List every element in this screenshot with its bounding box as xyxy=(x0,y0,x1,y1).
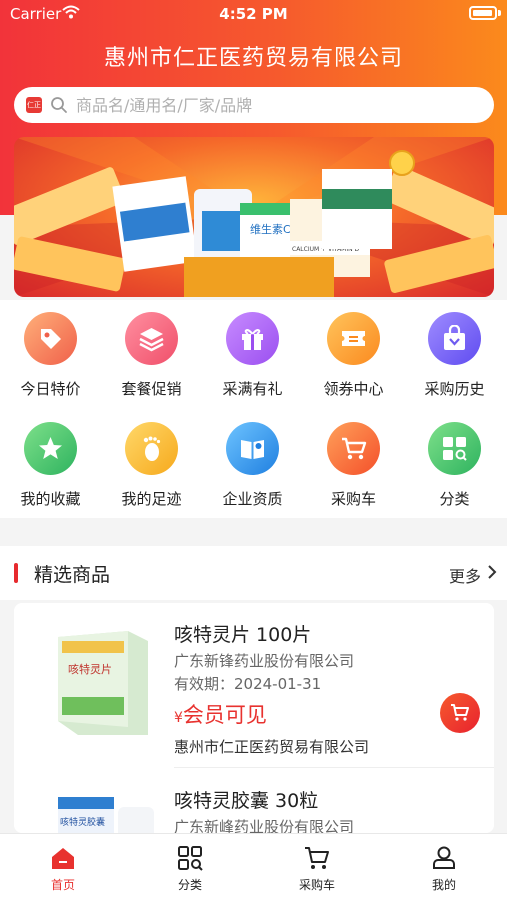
tab-category[interactable]: 分类 xyxy=(127,834,253,900)
battery-tip xyxy=(498,10,501,16)
tag-icon xyxy=(24,312,77,365)
product-box-label: 咳特灵胶囊 xyxy=(60,816,105,828)
menu-label: 分类 xyxy=(439,490,470,508)
menu-item-purchase-cart[interactable]: 采购车 xyxy=(303,410,404,510)
chevron-right-icon[interactable] xyxy=(487,564,497,580)
scan-category-icon xyxy=(178,846,203,871)
product-manufacturer: 广东新锋药业股份有限公司 xyxy=(174,652,355,670)
product-manufacturer: 广东新峰药业股份有限公司 xyxy=(174,818,355,833)
layers-icon xyxy=(125,312,178,365)
menu-item-purchase-history[interactable]: 采购历史 xyxy=(404,300,505,400)
footprint-icon xyxy=(125,422,178,475)
price-text: 会员可见 xyxy=(182,703,267,727)
tab-home[interactable]: 首页 xyxy=(0,834,126,900)
featured-header: 精选商品 更多 xyxy=(0,546,507,600)
banner-illustration: 维生素C·E CALCIUM + VITAMIN D xyxy=(14,137,494,297)
menu-label: 采购车 xyxy=(330,490,376,508)
product-image: 咳特灵片 xyxy=(58,631,148,735)
section-accent-bar xyxy=(14,563,18,583)
store-logo: 仁正 xyxy=(26,97,42,113)
menu-item-category[interactable]: 分类 xyxy=(404,410,505,510)
menu-label: 我的足迹 xyxy=(121,490,182,508)
product-card[interactable]: 咳特灵片 咳特灵片 100片 广东新锋药业股份有限公司 有效期：2024-01-… xyxy=(14,603,494,768)
home-icon xyxy=(52,848,74,869)
store-title: 惠州市仁正医药贸易有限公司 xyxy=(103,46,403,71)
divider xyxy=(174,767,494,768)
product-price: ¥会员可见 xyxy=(174,699,267,729)
cart-icon xyxy=(305,847,329,869)
product-expiry: 有效期：2024-01-31 xyxy=(174,675,322,693)
menu-label: 采满有礼 xyxy=(222,380,283,398)
tab-profile[interactable]: 我的 xyxy=(381,834,507,900)
star-icon xyxy=(24,422,77,475)
product-list: 咳特灵片 咳特灵片 100片 广东新锋药业股份有限公司 有效期：2024-01-… xyxy=(14,603,494,833)
product-seller: 惠州市仁正医药贸易有限公司 xyxy=(174,738,370,756)
product-name: 咳特灵片 100片 xyxy=(174,624,312,646)
certificate-icon xyxy=(226,422,279,475)
gift-icon xyxy=(226,312,279,365)
tab-label: 首页 xyxy=(50,878,75,892)
menu-item-coupon-center[interactable]: 领券中心 xyxy=(303,300,404,400)
menu-item-my-favorites[interactable]: 我的收藏 xyxy=(0,410,101,510)
menu-label: 企业资质 xyxy=(222,490,283,508)
profile-icon xyxy=(433,846,455,869)
search-bar[interactable]: 仁正 xyxy=(14,87,494,123)
quick-menu: 今日特价 套餐促销 采满有礼 领券中心 采购历史 我的收藏 我的足迹 企业资质 … xyxy=(0,300,507,518)
status-bar: Carrier 4:52 PM xyxy=(0,0,507,28)
shopping-bag-icon xyxy=(428,312,481,365)
tab-label: 分类 xyxy=(177,878,202,892)
menu-item-my-footprints[interactable]: 我的足迹 xyxy=(101,410,202,510)
more-link[interactable]: 更多 xyxy=(449,563,481,587)
menu-label: 我的收藏 xyxy=(20,490,81,508)
featured-title: 精选商品 xyxy=(34,564,111,586)
menu-item-enterprise-qualification[interactable]: 企业资质 xyxy=(202,410,303,510)
coupon-icon xyxy=(327,312,380,365)
search-input[interactable] xyxy=(76,87,476,123)
menu-item-gift-on-purchase[interactable]: 采满有礼 xyxy=(202,300,303,400)
product-image: 咳特灵胶囊 xyxy=(58,797,154,833)
product-card[interactable]: 咳特灵胶囊 咳特灵胶囊 30粒 广东新峰药业股份有限公司 xyxy=(14,769,494,833)
price-symbol: ¥ xyxy=(174,710,183,726)
promo-banner[interactable]: 维生素C·E CALCIUM + VITAMIN D xyxy=(14,137,494,297)
status-time: 4:52 PM xyxy=(219,5,288,23)
menu-item-package-promo[interactable]: 套餐促销 xyxy=(101,300,202,400)
menu-label: 套餐促销 xyxy=(121,380,182,398)
tab-label: 我的 xyxy=(431,878,456,892)
tab-bar: 首页 分类 采购车 我的 xyxy=(0,833,507,900)
battery-icon xyxy=(469,6,497,20)
menu-label: 采购历史 xyxy=(424,380,485,398)
product-name: 咳特灵胶囊 30粒 xyxy=(174,790,319,812)
menu-label: 今日特价 xyxy=(20,380,81,398)
search-icon xyxy=(51,97,67,113)
cart-icon xyxy=(451,704,469,721)
cart-icon xyxy=(327,422,380,475)
tab-cart[interactable]: 采购车 xyxy=(254,834,380,900)
add-to-cart-button[interactable] xyxy=(440,693,480,733)
menu-label: 领券中心 xyxy=(323,380,384,398)
tab-label: 采购车 xyxy=(298,878,335,892)
menu-item-today-special[interactable]: 今日特价 xyxy=(0,300,101,400)
product-box-label: 咳特灵片 xyxy=(68,662,112,676)
category-grid-icon xyxy=(428,422,481,475)
